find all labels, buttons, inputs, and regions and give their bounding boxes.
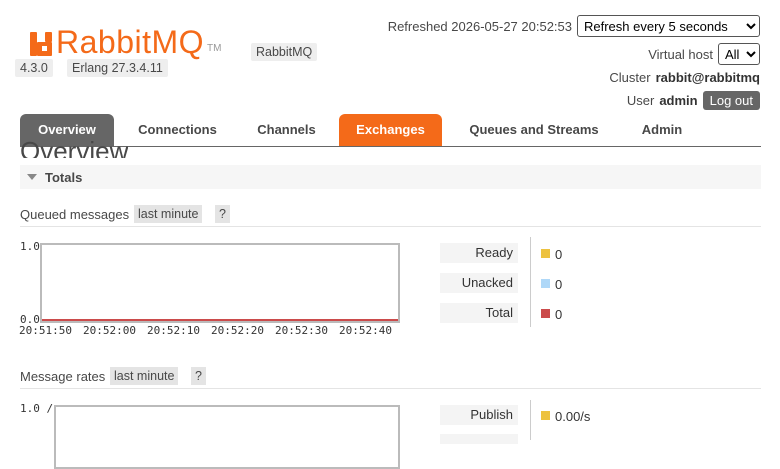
queued-messages-header: Queued messages last minute ? bbox=[20, 205, 761, 227]
legend-next-label bbox=[440, 434, 518, 444]
tab-channels[interactable]: Channels bbox=[243, 114, 330, 146]
version-badge: 4.3.0 bbox=[15, 59, 53, 77]
rates-range-selector[interactable]: last minute bbox=[110, 367, 179, 385]
ready-color-swatch bbox=[541, 249, 550, 258]
vhost-select[interactable]: All bbox=[718, 43, 760, 65]
rabbitmq-logo: RabbitMQ TM bbox=[30, 24, 222, 60]
total-value: 0 bbox=[555, 307, 563, 322]
publish-color-swatch bbox=[541, 411, 550, 420]
logo-trademark: TM bbox=[207, 42, 222, 54]
message-rates-title: Message rates bbox=[20, 369, 106, 384]
refresh-interval-select[interactable]: Refresh every 5 seconds bbox=[577, 15, 760, 37]
message-rates-header: Message rates last minute ? bbox=[20, 367, 761, 389]
unacked-value: 0 bbox=[555, 277, 563, 292]
refresh-row: Refreshed 2026-05-27 20:52:53 Refresh ev… bbox=[388, 15, 760, 37]
queued-x-tick: 20:51:50 bbox=[19, 324, 72, 337]
cluster-label: Cluster bbox=[609, 70, 651, 85]
rabbitmq-logo-icon bbox=[30, 28, 52, 56]
queued-x-tick: 20:52:00 bbox=[83, 324, 136, 337]
user-name: admin bbox=[659, 93, 698, 108]
tab-connections[interactable]: Connections bbox=[126, 114, 229, 146]
queued-x-tick: 20:52:40 bbox=[339, 324, 392, 337]
user-label: User bbox=[626, 93, 655, 108]
legend-ready-label: Ready bbox=[440, 243, 518, 263]
tab-queues-and-streams[interactable]: Queues and Streams bbox=[454, 114, 614, 146]
page-title: Overview bbox=[20, 136, 129, 158]
ready-value: 0 bbox=[555, 247, 563, 262]
legend-unacked-label: Unacked bbox=[440, 273, 518, 293]
message-rates-chart bbox=[54, 405, 400, 469]
cluster-name: rabbit@rabbitmq bbox=[655, 70, 760, 85]
totals-label: Totals bbox=[45, 170, 83, 185]
user-row: User admin Log out bbox=[627, 91, 760, 110]
refreshed-timestamp: Refreshed 2026-05-27 20:52:53 bbox=[387, 18, 572, 34]
tab-admin[interactable]: Admin bbox=[626, 114, 698, 146]
totals-section-header[interactable]: Totals bbox=[20, 165, 761, 189]
queued-x-tick: 20:52:10 bbox=[147, 324, 200, 337]
queued-messages-title: Queued messages bbox=[20, 207, 130, 222]
unacked-color-swatch bbox=[541, 279, 550, 288]
queued-y-max-label: 1.0 bbox=[20, 240, 40, 253]
legend-publish-label: Publish bbox=[440, 405, 518, 425]
queued-x-tick: 20:52:30 bbox=[275, 324, 328, 337]
cluster-row: Cluster rabbit@rabbitmq bbox=[609, 70, 760, 85]
tab-exchanges[interactable]: Exchanges bbox=[339, 114, 442, 146]
queued-help-button[interactable]: ? bbox=[215, 205, 230, 223]
publish-rate-value: 0.00/s bbox=[555, 409, 591, 424]
vhost-row: Virtual host All bbox=[648, 43, 760, 65]
queued-messages-chart bbox=[40, 243, 400, 323]
queued-range-selector[interactable]: last minute bbox=[134, 205, 203, 223]
queued-total-series-line bbox=[42, 319, 398, 321]
rates-legend-divider bbox=[530, 400, 531, 440]
vhost-label: Virtual host bbox=[648, 46, 713, 62]
legend-divider bbox=[530, 237, 531, 327]
total-color-swatch bbox=[541, 309, 550, 318]
logo-text: RabbitMQ bbox=[56, 24, 205, 60]
main-nav-tabs: Overview Connections Channels Exchanges … bbox=[20, 114, 761, 147]
rates-help-button[interactable]: ? bbox=[191, 367, 206, 385]
collapse-triangle-icon bbox=[27, 174, 37, 180]
queued-x-tick: 20:52:20 bbox=[211, 324, 264, 337]
product-badge: RabbitMQ bbox=[251, 43, 318, 61]
legend-total-label: Total bbox=[440, 303, 518, 323]
logout-button[interactable]: Log out bbox=[702, 91, 760, 110]
erlang-badge: Erlang 27.3.4.11 bbox=[67, 59, 168, 77]
